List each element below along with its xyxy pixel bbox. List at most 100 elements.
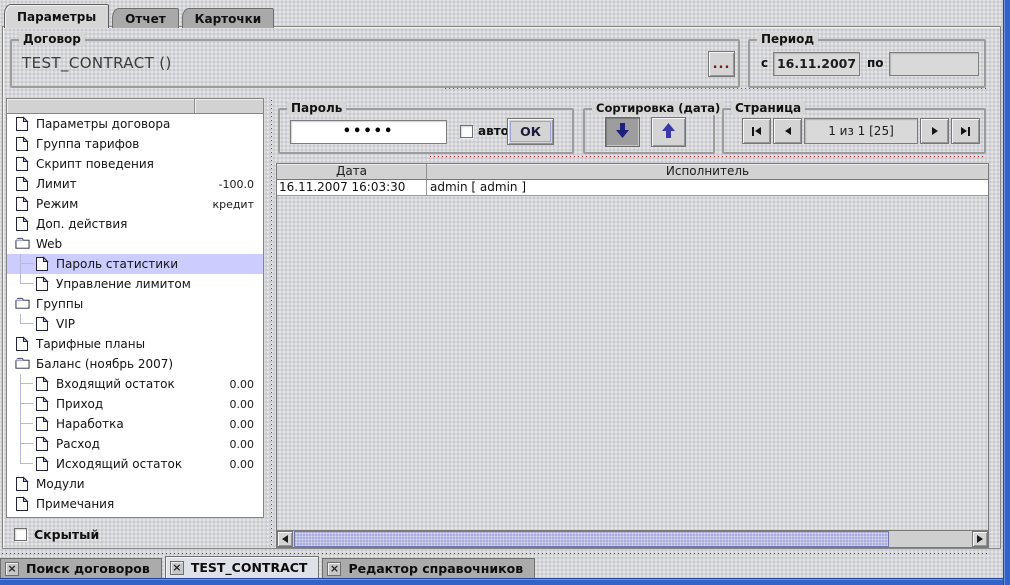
open-documents-tab-bar: × Поиск договоров × TEST_CONTRACT ×Редактор …: [0, 556, 535, 580]
scroll-right-button[interactable]: [972, 531, 988, 547]
document-icon: [15, 216, 30, 232]
sort-descending-button[interactable]: [605, 117, 640, 147]
tree-item[interactable]: Наработка0.00: [7, 414, 263, 434]
tree-item[interactable]: VIP: [7, 314, 263, 334]
tree-item-label: Исходящий остаток: [56, 457, 182, 471]
tree-item-value: кредит: [193, 198, 259, 211]
tree-item[interactable]: Управление лимитом: [7, 274, 263, 294]
tree-item[interactable]: Группы: [7, 294, 263, 314]
tree-item[interactable]: Доп. действия: [7, 214, 263, 234]
document-icon: [15, 476, 30, 492]
tab-Карточки[interactable]: Карточки: [182, 8, 275, 28]
prev-page-button[interactable]: [773, 118, 802, 144]
texture-dotted-line: [445, 88, 988, 89]
tree-connector: [20, 254, 33, 264]
tree-item[interactable]: Модули: [7, 474, 263, 494]
document-tab-TEST_CONTRACT[interactable]: × TEST_CONTRACT: [165, 556, 320, 579]
window-frame-right[interactable]: [1003, 0, 1010, 585]
tree-item-value: 0.00: [193, 418, 259, 431]
close-icon[interactable]: ×: [170, 561, 184, 575]
tree-item-label: Доп. действия: [36, 217, 127, 231]
scroll-right-icon: [977, 535, 983, 543]
table-header-date[interactable]: Дата: [277, 164, 427, 179]
document-icon: [15, 496, 30, 512]
table-cell-date: 16.11.2007 16:03:30: [277, 180, 427, 195]
tree-item[interactable]: Лимит-100.0: [7, 174, 263, 194]
document-icon: [15, 156, 30, 172]
document-icon: [35, 456, 50, 472]
first-page-button[interactable]: [742, 118, 771, 144]
document-icon: [35, 256, 50, 272]
contract-group-title: Договор: [19, 32, 85, 46]
tree-connector: [20, 454, 33, 464]
table-row[interactable]: 16.11.2007 16:03:30admin [ admin ]: [277, 180, 988, 196]
document-tab-Поиск договоров[interactable]: × Поиск договоров: [0, 558, 162, 579]
period-group-title: Период: [757, 32, 818, 46]
tree-connector: [20, 434, 33, 444]
tree-item[interactable]: Скрипт поведения: [7, 154, 263, 174]
last-page-icon: [968, 127, 970, 136]
ok-button[interactable]: ОК: [507, 118, 554, 145]
tree-connector: [20, 374, 33, 384]
first-page-icon: [752, 127, 754, 136]
scrollbar-thumb[interactable]: [294, 531, 889, 547]
document-icon: [35, 396, 50, 412]
tab-Параметры[interactable]: Параметры: [4, 4, 109, 28]
page-position-field: 1 из 1 [25]: [804, 118, 918, 144]
sort-group-title: Сортировка (дата): [592, 101, 724, 115]
period-to-field[interactable]: [889, 52, 979, 76]
contract-name: TEST_CONTRACT (): [22, 54, 172, 72]
folder-open-icon: [15, 296, 30, 312]
hidden-checkbox[interactable]: [14, 528, 27, 541]
contract-sections-tree: Параметры договораГруппа тарифовСкрипт п…: [6, 98, 264, 518]
tree-item[interactable]: Режимкредит: [7, 194, 263, 214]
sort-group: Сортировка (дата): [583, 108, 715, 154]
password-input[interactable]: •••••: [290, 120, 447, 144]
folder-open-icon: [15, 236, 30, 252]
tree-connector: [20, 394, 33, 404]
document-tab-label: TEST_CONTRACT: [191, 560, 308, 575]
last-page-button[interactable]: [951, 118, 980, 144]
tree-item[interactable]: Баланс (ноябрь 2007): [7, 354, 263, 374]
tab-Отчет[interactable]: Отчет: [112, 8, 179, 28]
tree-item-label: Входящий остаток: [56, 377, 175, 391]
tree-item-label: Баланс (ноябрь 2007): [36, 357, 173, 371]
tree-item-label: Тарифные планы: [36, 337, 145, 351]
scroll-left-button[interactable]: [277, 531, 293, 547]
tree-item-label: Примечания: [36, 497, 114, 511]
scroll-left-icon: [282, 535, 288, 543]
tree-item[interactable]: Web: [7, 234, 263, 254]
texture-dotted-line: [2, 553, 990, 554]
close-icon[interactable]: ×: [327, 562, 341, 576]
tree-item[interactable]: Исходящий остаток0.00: [7, 454, 263, 474]
close-icon[interactable]: ×: [5, 562, 19, 576]
table-header-executor[interactable]: Исполнитель: [427, 164, 988, 179]
tree-item[interactable]: Входящий остаток0.00: [7, 374, 263, 394]
tree-item-label: Модули: [36, 477, 85, 491]
period-group: Период с 16.11.2007 по: [748, 39, 986, 88]
tree-item[interactable]: Расход 0.00: [7, 434, 263, 454]
tree-item[interactable]: Пароль статистики: [7, 254, 263, 274]
tree-item[interactable]: Примечания: [7, 494, 263, 514]
table-body: 16.11.2007 16:03:30admin [ admin ]: [277, 180, 988, 196]
document-icon: [35, 316, 50, 332]
arrow-down-icon: [616, 123, 629, 141]
sort-ascending-button[interactable]: [651, 117, 686, 147]
tree-item[interactable]: Приход0.00: [7, 394, 263, 414]
tree-item-value: 0.00: [193, 438, 259, 451]
tree-item[interactable]: Параметры договора: [7, 114, 263, 134]
document-icon: [35, 276, 50, 292]
tree-item[interactable]: Группа тарифов: [7, 134, 263, 154]
horizontal-scrollbar[interactable]: [277, 530, 988, 547]
period-from-field[interactable]: 16.11.2007: [773, 52, 860, 76]
document-tab-label: Поиск договоров: [26, 561, 150, 576]
document-tab-Редактор справочников[interactable]: ×Редактор справочников: [322, 558, 535, 579]
contract-browse-button[interactable]: ...: [708, 51, 735, 77]
auto-checkbox[interactable]: [460, 125, 473, 138]
document-icon: [15, 196, 30, 212]
tree-item[interactable]: Тарифные планы: [7, 334, 263, 354]
tree-item-label: Группы: [36, 297, 83, 311]
tree-item-label: Расход: [56, 437, 100, 451]
next-page-button[interactable]: [920, 118, 949, 144]
document-icon: [15, 136, 30, 152]
